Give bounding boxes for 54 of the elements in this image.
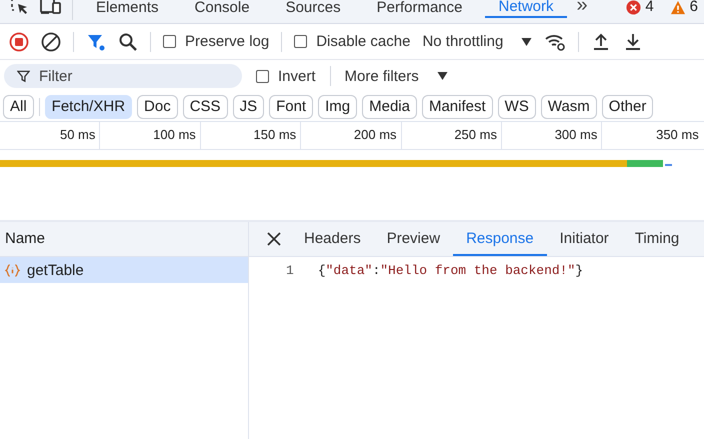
invert-checkbox[interactable]: Invert bbox=[256, 68, 316, 84]
type-filter-chip[interactable]: Other bbox=[602, 94, 654, 118]
name-column-header[interactable]: Name bbox=[0, 222, 248, 257]
more-tabs-button[interactable]: » bbox=[576, 0, 588, 12]
device-icon[interactable] bbox=[40, 0, 62, 16]
more-filters-dropdown[interactable]: More filters bbox=[344, 68, 448, 84]
panel-tab[interactable]: Console bbox=[182, 0, 263, 18]
type-filter-chip[interactable]: WS bbox=[498, 94, 536, 118]
code-line: {"data":"Hello from the backend!"} bbox=[318, 263, 584, 278]
type-filter-chip[interactable]: All bbox=[3, 94, 34, 118]
type-filter-chip[interactable]: Wasm bbox=[540, 94, 597, 118]
preserve-log-checkbox[interactable]: Preserve log bbox=[163, 33, 270, 50]
time-tick-label: 300 ms bbox=[554, 127, 598, 142]
time-tick-label: 200 ms bbox=[354, 127, 397, 142]
error-count: 4 bbox=[645, 0, 654, 15]
type-filter-chip[interactable]: Fetch/XHR bbox=[44, 94, 132, 118]
type-filter-chip[interactable]: Manifest bbox=[422, 94, 493, 118]
time-tick-label: 350 ms bbox=[656, 127, 699, 142]
funnel-icon bbox=[17, 70, 30, 83]
close-icon[interactable] bbox=[267, 232, 281, 246]
time-tick-label: 250 ms bbox=[454, 127, 497, 142]
warning-count: 6 bbox=[690, 0, 698, 15]
time-tick-label: 50 ms bbox=[60, 127, 96, 142]
panel-tab[interactable]: Elements bbox=[83, 0, 172, 18]
type-filter-chip[interactable]: Media bbox=[362, 94, 417, 118]
details-tab[interactable]: Headers bbox=[291, 222, 374, 256]
warning-icon bbox=[670, 0, 686, 15]
record-icon[interactable] bbox=[9, 32, 29, 52]
panel-tab[interactable]: Performance bbox=[364, 0, 476, 18]
filter-field[interactable]: Filter bbox=[4, 64, 242, 88]
caret-icon bbox=[521, 38, 532, 46]
details-tab[interactable]: Timing bbox=[622, 222, 692, 256]
search-icon[interactable] bbox=[118, 32, 138, 52]
details-tab[interactable]: Preview bbox=[374, 222, 454, 256]
type-filter-chip[interactable]: Img bbox=[318, 94, 358, 118]
type-filter-chip[interactable]: Doc bbox=[137, 94, 178, 118]
details-tab[interactable]: Response bbox=[453, 222, 547, 256]
clear-icon[interactable] bbox=[41, 32, 61, 52]
throttling-dropdown[interactable]: No throttling bbox=[422, 33, 532, 50]
inspect-icon[interactable] bbox=[10, 0, 30, 16]
panel-tab[interactable]: Sources bbox=[272, 0, 354, 18]
time-tick-label: 100 ms bbox=[153, 127, 196, 142]
type-filter-chip[interactable]: Font bbox=[269, 94, 314, 118]
type-filter-chip[interactable]: JS bbox=[232, 94, 264, 118]
request-row[interactable]: getTable bbox=[0, 257, 248, 283]
curly-braces-icon bbox=[5, 264, 20, 276]
caret-icon bbox=[436, 72, 448, 80]
type-filter-chip[interactable]: CSS bbox=[182, 94, 228, 118]
disable-cache-checkbox[interactable]: Disable cache bbox=[294, 33, 410, 50]
line-number: 1 bbox=[286, 263, 294, 278]
details-tab[interactable]: Initiator bbox=[546, 222, 622, 256]
time-tick-label: 150 ms bbox=[254, 127, 296, 142]
panel-tab[interactable]: Network bbox=[485, 0, 566, 18]
error-icon bbox=[626, 0, 642, 15]
